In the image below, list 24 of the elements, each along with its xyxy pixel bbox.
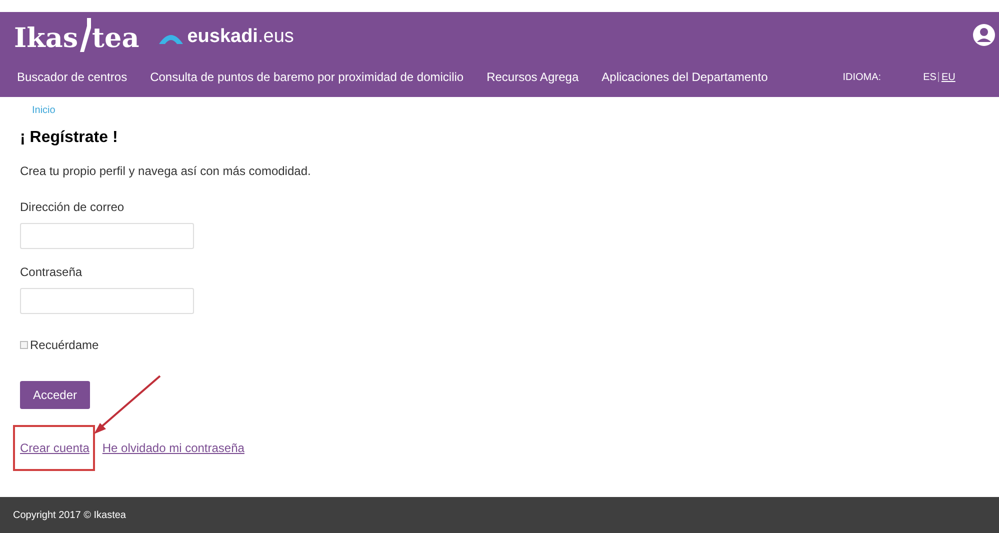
checkbox-label: Recuérdame bbox=[30, 337, 99, 354]
partner-logo-text[interactable]: euskadi.eus bbox=[187, 23, 294, 52]
input-field[interactable] bbox=[20, 288, 194, 314]
nav-link[interactable]: Aplicaciones del Departamento bbox=[602, 68, 768, 86]
intro-text: Crea tu propio perfil y navega así con más comodidad. bbox=[20, 163, 312, 180]
input-field[interactable] bbox=[20, 223, 194, 249]
user-icon[interactable] bbox=[973, 22, 995, 46]
text-link[interactable]: Crear cuenta bbox=[13, 425, 96, 471]
nav-link[interactable]: Buscador de centros bbox=[17, 68, 128, 86]
checkbox[interactable] bbox=[20, 341, 28, 349]
submit-button[interactable]: Acceder bbox=[20, 381, 90, 409]
annotation-arrow bbox=[92, 374, 162, 436]
field-label: Dirección de correo bbox=[20, 199, 126, 216]
nav-link[interactable]: Recursos Agrega bbox=[486, 68, 579, 86]
text-link[interactable]: He olvidado mi contraseña bbox=[95, 425, 250, 471]
field-label: Contraseña bbox=[20, 264, 84, 281]
site-logo[interactable]: Ikas tea bbox=[14, 18, 140, 52]
nav-link[interactable]: Consulta de puntos de baremo por proximidad de domicilio bbox=[150, 68, 464, 86]
copyright-text: Copyright 2017 © Ikastea bbox=[13, 508, 126, 522]
page-title: ¡ Regístrate ! bbox=[20, 128, 119, 148]
language-link[interactable]: EU bbox=[941, 70, 956, 84]
language-label: IDIOMA: bbox=[842, 70, 882, 84]
slash-icon bbox=[78, 18, 92, 52]
language-link[interactable]: ES bbox=[923, 70, 936, 84]
